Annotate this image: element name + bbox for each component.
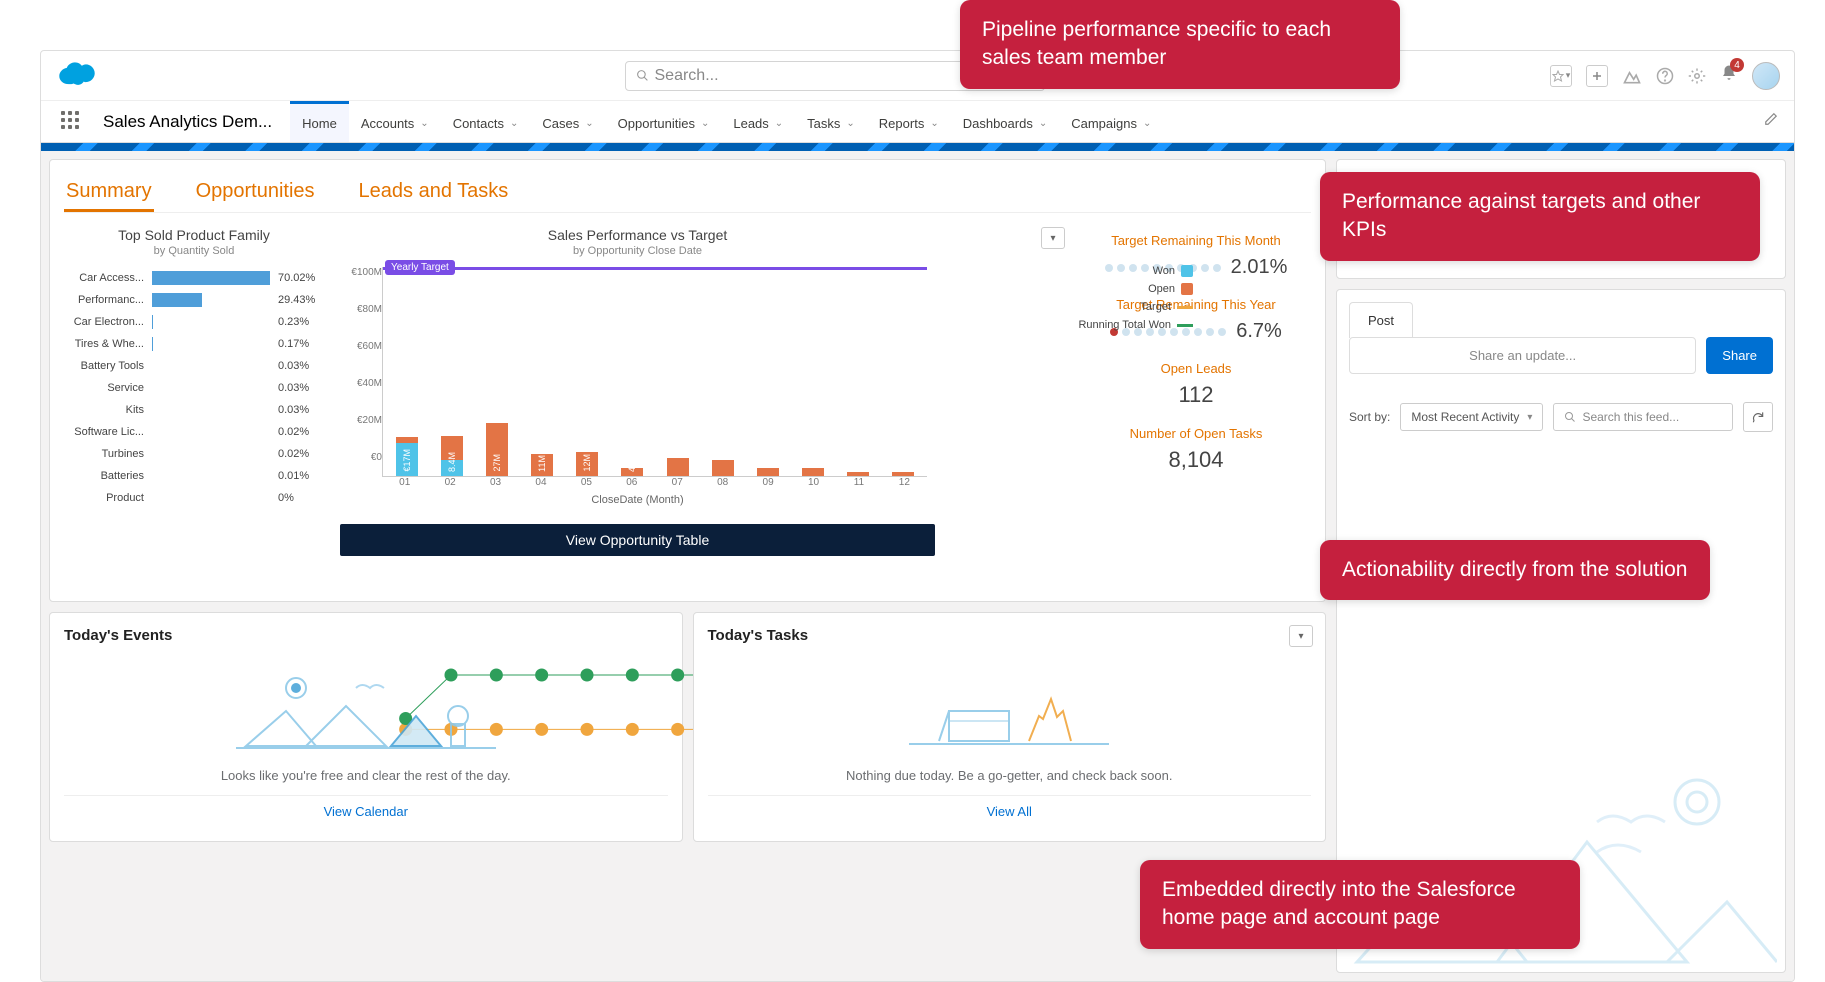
kpi-open-tasks: Number of Open Tasks 8,104	[1081, 426, 1311, 473]
kpi-open-leads: Open Leads 112	[1081, 361, 1311, 408]
product-row[interactable]: Service0.03%	[64, 377, 324, 399]
callout-4: Embedded directly into the Salesforce ho…	[1140, 860, 1580, 949]
app-name: Sales Analytics Dem...	[103, 112, 272, 132]
dash-tab-summary[interactable]: Summary	[64, 174, 154, 212]
nav-tab-cases[interactable]: Cases⌄	[530, 101, 605, 142]
callout-3: Actionability directly from the solution	[1320, 540, 1710, 600]
search-icon	[636, 69, 649, 82]
nav-tab-dashboards[interactable]: Dashboards⌄	[951, 101, 1060, 142]
nav-tab-contacts[interactable]: Contacts⌄	[441, 101, 531, 142]
panel-subtitle: by Opportunity Close Date	[340, 245, 935, 257]
share-button[interactable]: Share	[1706, 337, 1773, 374]
product-row[interactable]: Performanc...29.43%	[64, 289, 324, 311]
pencil-icon	[1764, 112, 1778, 126]
tasks-menu-button[interactable]: ▾	[1289, 625, 1313, 647]
theme-ribbon	[41, 143, 1794, 151]
notifications-button[interactable]: 4	[1720, 64, 1738, 87]
chart-legend: Won Open Target Running Total Won	[1069, 265, 1193, 331]
refresh-icon	[1751, 410, 1765, 424]
user-avatar[interactable]	[1752, 62, 1780, 90]
product-row[interactable]: Software Lic...0.02%	[64, 421, 324, 443]
nav-tab-campaigns[interactable]: Campaigns⌄	[1059, 101, 1163, 142]
nav-tab-leads[interactable]: Leads⌄	[721, 101, 795, 142]
star-icon	[1552, 70, 1564, 82]
dash-tab-opportunities[interactable]: Opportunities	[194, 174, 317, 212]
edit-page-button[interactable]	[1758, 106, 1784, 137]
dash-tab-leads-and-tasks[interactable]: Leads and Tasks	[357, 174, 511, 212]
app-nav: Sales Analytics Dem... HomeAccounts⌄Cont…	[41, 101, 1794, 143]
camping-illustration-icon	[236, 666, 496, 756]
callout-2: Performance against targets and other KP…	[1320, 172, 1760, 261]
plus-icon	[1591, 70, 1603, 82]
product-row[interactable]: Battery Tools0.03%	[64, 355, 324, 377]
product-row[interactable]: Kits0.03%	[64, 399, 324, 421]
chart-menu-button[interactable]: ▾	[1041, 227, 1065, 249]
global-header: Search... ▾ 4	[41, 51, 1794, 101]
favorites-button[interactable]: ▾	[1550, 65, 1572, 87]
analytics-dashboard: Summary Opportunities Leads and Tasks Top …	[49, 159, 1326, 602]
feed-search[interactable]: Search this feed...	[1553, 403, 1733, 431]
nav-tab-opportunities[interactable]: Opportunities⌄	[606, 101, 722, 142]
gear-icon[interactable]	[1688, 67, 1706, 85]
help-icon[interactable]	[1656, 67, 1674, 85]
callout-1: Pipeline performance specific to each sa…	[960, 0, 1400, 89]
product-row[interactable]: Tires & Whe...0.17%	[64, 333, 324, 355]
panel-title: Top Sold Product Family	[64, 227, 324, 243]
nav-tab-accounts[interactable]: Accounts⌄	[349, 101, 441, 142]
sort-dropdown[interactable]: Most Recent Activity▾	[1400, 403, 1543, 431]
post-tab[interactable]: Post	[1349, 302, 1413, 338]
panel-subtitle: by Quantity Sold	[64, 245, 324, 257]
card-title: Today's Tasks	[708, 627, 1312, 644]
product-row[interactable]: Car Electron...0.23%	[64, 311, 324, 333]
sort-label: Sort by:	[1349, 410, 1390, 424]
product-row[interactable]: Product0%	[64, 487, 324, 509]
search-icon	[1564, 411, 1576, 423]
chart-plot: Yearly Target €17M8.4M27M11M12M4.3M	[382, 267, 927, 477]
empty-text: Nothing due today. Be a go-getter, and c…	[846, 768, 1172, 783]
add-button[interactable]	[1586, 65, 1608, 87]
product-row[interactable]: Car Access...70.02%	[64, 267, 324, 289]
view-all-link[interactable]: View All	[708, 795, 1312, 827]
nav-tab-reports[interactable]: Reports⌄	[867, 101, 951, 142]
notif-badge: 4	[1730, 58, 1744, 72]
search-placeholder: Search...	[655, 67, 719, 85]
header-actions: ▾ 4	[1550, 62, 1780, 90]
tasks-illustration-icon	[879, 666, 1139, 756]
todays-tasks-card: ▾ Today's Tasks Nothing due today. Be a …	[693, 612, 1327, 842]
trailhead-icon[interactable]	[1622, 66, 1642, 86]
nav-tab-home[interactable]: Home	[290, 101, 349, 142]
nav-tab-tasks[interactable]: Tasks⌄	[795, 101, 867, 142]
salesforce-logo-icon	[55, 61, 99, 91]
favorites-dd: ▾	[1566, 70, 1571, 81]
top-products-panel: Top Sold Product Family by Quantity Sold…	[64, 227, 324, 587]
app-launcher-icon[interactable]	[61, 111, 83, 133]
share-update-input[interactable]: Share an update...	[1349, 337, 1696, 374]
product-row[interactable]: Batteries0.01%	[64, 465, 324, 487]
panel-title: Sales Performance vs Target	[340, 227, 935, 243]
sales-chart-panel: ▾ Sales Performance vs Target by Opportu…	[340, 227, 1065, 587]
product-row[interactable]: Turbines0.02%	[64, 443, 324, 465]
refresh-feed-button[interactable]	[1743, 402, 1773, 432]
